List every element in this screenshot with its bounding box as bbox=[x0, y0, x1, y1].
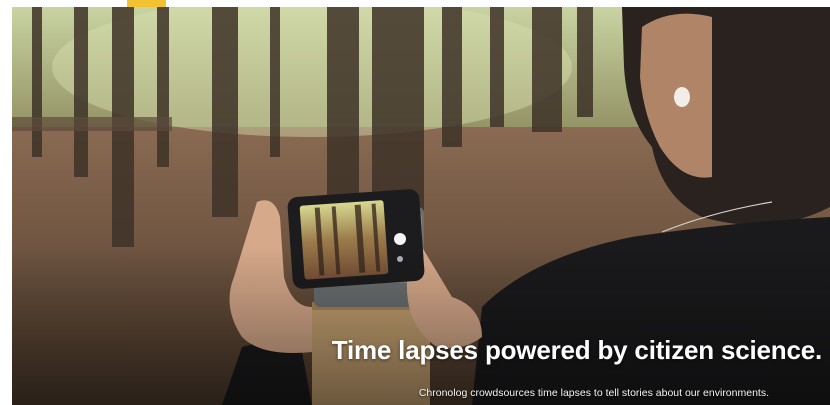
hero-subheadline: Chronolog crowdsources time lapses to te… bbox=[418, 387, 769, 399]
nav-active-indicator bbox=[127, 0, 166, 7]
hero-banner: Time lapses powered by citizen science. … bbox=[12, 7, 830, 405]
hero-headline: Time lapses powered by citizen science. bbox=[331, 335, 822, 365]
